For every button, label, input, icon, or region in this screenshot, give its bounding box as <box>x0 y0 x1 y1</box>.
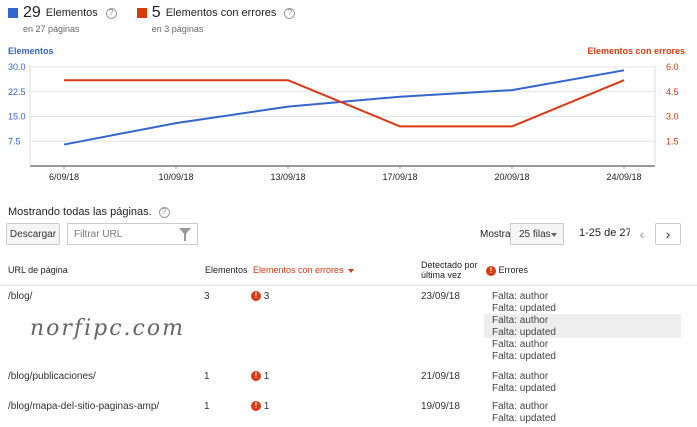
chart-svg: 30.0 6.0 22.5 4.5 15.0 3.0 7.5 1.5 6/09/18 10/09/… <box>8 62 679 182</box>
error-icon: ! <box>486 265 496 276</box>
error-detail: Falta: author <box>492 401 549 412</box>
error-detail: Falta: updated <box>492 413 556 424</box>
error-detail: Falta: updated <box>492 303 556 314</box>
error-icon: ! <box>251 401 261 412</box>
filter-url-input[interactable]: Filtrar URL <box>67 223 198 245</box>
errors-summary[interactable]: 5 Elementos con errores ? en 3 páginas <box>136 4 296 36</box>
col-url[interactable]: URL de página <box>8 265 68 275</box>
table-row[interactable]: /blog/mapa-del-sitio-paginas-amp/ 1 ! 1 … <box>0 399 697 427</box>
x-tick-label: 24/09/18 <box>606 172 641 182</box>
y-right-tick: 3.0 <box>666 112 679 122</box>
elements-label: Elementos <box>45 7 98 19</box>
watermark: norfipc.com <box>30 316 185 341</box>
error-detail: Falta: updated <box>492 351 556 362</box>
pagination-range: 1-25 de 27 <box>579 227 632 239</box>
y-left-tick: 7.5 <box>8 136 21 146</box>
col-error-types-label: Errores <box>498 265 529 275</box>
row-errors-value: 1 <box>263 401 270 412</box>
errors-sub: en 3 páginas <box>151 24 204 34</box>
rows-select[interactable]: 25 filas <box>510 223 564 245</box>
row-detected: 19/09/18 <box>421 401 460 412</box>
row-elements: 3 <box>204 291 210 302</box>
row-detected: 23/09/18 <box>421 291 460 302</box>
rows-value: 25 filas <box>519 228 551 240</box>
x-tick-label: 20/09/18 <box>494 172 529 182</box>
row-errors-value: 3 <box>263 291 270 302</box>
errors-count: 5 <box>151 4 161 21</box>
y-right-tick: 6.0 <box>666 62 679 72</box>
error-detail: Falta: author <box>492 371 549 382</box>
help-icon[interactable]: ? <box>284 7 296 19</box>
row-detected: 21/09/18 <box>421 371 460 382</box>
table-header: URL de página Elementos Elementos con er… <box>0 256 697 286</box>
row-errors: ! 1 <box>251 371 269 382</box>
showing-text: Mostrando todas las páginas. ? <box>8 206 170 218</box>
error-icon: ! <box>251 371 261 382</box>
y-left-tick: 15.0 <box>8 112 26 122</box>
help-icon[interactable]: ? <box>105 7 117 19</box>
errors-series-line <box>64 79 625 128</box>
chart: Elementos Elementos con errores 30.0 6.0 2… <box>0 40 697 185</box>
elements-count: 29 <box>23 4 41 21</box>
error-icon: ! <box>251 291 261 302</box>
col-errors-label: Elementos con errores <box>253 265 344 275</box>
elements-series-line <box>63 69 625 146</box>
y-right-tick: 4.5 <box>666 87 679 97</box>
row-elements: 1 <box>204 371 210 382</box>
elements-summary[interactable]: 29 Elementos ? en 27 páginas <box>8 4 117 36</box>
errors-swatch <box>136 8 147 18</box>
row-url[interactable]: /blog/ <box>8 291 32 302</box>
show-label: Mostrar <box>480 229 514 240</box>
chevron-down-icon <box>551 233 557 237</box>
filter-icon[interactable] <box>179 228 191 241</box>
summary: 29 Elementos ? en 27 páginas 5 Elementos… <box>8 4 296 36</box>
x-tick-label: 10/09/18 <box>158 172 193 182</box>
row-errors: ! 1 <box>251 401 269 412</box>
error-detail: Falta: author <box>492 291 549 302</box>
toolbar: Descargar Filtrar URL Mostrar 25 filas 1… <box>6 223 692 247</box>
y-right-tick: 1.5 <box>666 136 679 146</box>
col-errors[interactable]: Elementos con errores <box>253 265 354 275</box>
x-tick-label: 6/09/18 <box>49 172 79 182</box>
error-detail: Falta: author <box>492 339 549 350</box>
help-icon[interactable]: ? <box>158 206 170 218</box>
y-left-tick: 30.0 <box>8 62 26 72</box>
error-detail: Falta: updated <box>492 383 556 394</box>
row-errors-value: 1 <box>263 371 270 382</box>
row-elements: 1 <box>204 401 210 412</box>
x-tick-label: 13/09/18 <box>270 172 305 182</box>
x-tick-label: 17/09/18 <box>382 172 417 182</box>
showing-label: Mostrando todas las páginas. <box>8 206 152 218</box>
y-left-tick: 22.5 <box>8 87 26 97</box>
table-row[interactable]: /blog/publicaciones/ 1 ! 1 21/09/18 Falt… <box>0 369 697 397</box>
row-errors: ! 3 <box>251 291 269 302</box>
filter-placeholder: Filtrar URL <box>74 228 123 240</box>
col-detected[interactable]: Detectado por última vez <box>421 260 481 280</box>
next-page-button[interactable]: › <box>655 223 681 245</box>
elements-swatch <box>8 8 18 18</box>
elements-sub: en 27 páginas <box>23 24 80 34</box>
error-detail: Falta: updated <box>492 327 556 338</box>
row-url[interactable]: /blog/mapa-del-sitio-paginas-amp/ <box>8 401 159 412</box>
sort-desc-icon <box>347 268 354 273</box>
row-url[interactable]: /blog/publicaciones/ <box>8 371 96 382</box>
errors-label: Elementos con errores <box>165 7 277 19</box>
error-detail: Falta: author <box>492 315 549 326</box>
download-button[interactable]: Descargar <box>6 223 60 245</box>
prev-page-button[interactable]: ‹ <box>630 223 654 245</box>
col-elements[interactable]: Elementos <box>205 265 248 275</box>
col-error-types[interactable]: ! Errores <box>486 265 528 276</box>
